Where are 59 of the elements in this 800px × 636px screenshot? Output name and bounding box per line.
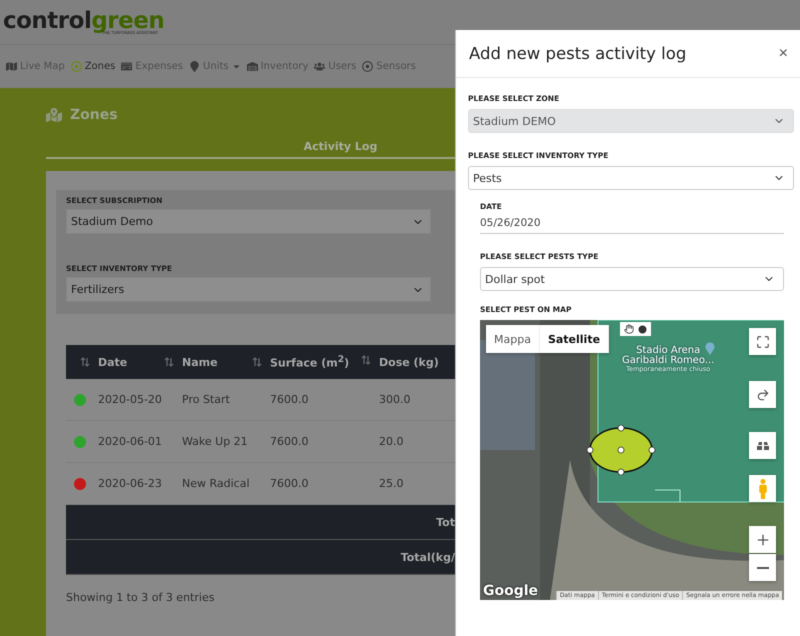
plus-icon <box>754 532 770 548</box>
map-type-button[interactable]: Satellite <box>540 325 610 353</box>
target-icon <box>70 61 82 72</box>
column-header: Date <box>98 356 128 368</box>
total-label: Total(kg/ <box>400 550 455 564</box>
zoom-out-button[interactable] <box>749 554 776 581</box>
pin-icon <box>705 342 715 355</box>
map-icon <box>6 61 17 72</box>
table-cell-text: 2020-06-01 <box>98 435 163 448</box>
date-field[interactable]: 05/26/2020 <box>480 217 784 234</box>
tilt-icon <box>756 442 768 450</box>
rotate-button[interactable] <box>749 381 776 408</box>
select-field[interactable]: Fertilizers <box>66 277 431 302</box>
column-header: Dose (kg) <box>379 356 439 368</box>
modal-title: Add new pests activity log <box>469 44 686 63</box>
sort-icon[interactable] <box>252 356 262 368</box>
table-cell-text: 25.0 <box>379 477 404 490</box>
select-field[interactable]: Stadium Demo <box>66 209 431 234</box>
sort-icon[interactable] <box>361 354 371 366</box>
card-icon <box>121 61 132 72</box>
table-cell-text: 7600.0 <box>270 435 310 448</box>
sort-icon[interactable] <box>164 356 174 368</box>
column-header: Surface (m$^{2}$) <box>270 354 350 370</box>
place-label: Stadio Arena <box>636 346 700 356</box>
table-cell-text: 2020-05-20 <box>98 393 163 406</box>
table-cell-text: 2020-06-23 <box>98 477 163 490</box>
users-icon <box>314 61 326 72</box>
table-cell-text: 7600.0 <box>270 393 310 406</box>
table-cell-text: 7600.0 <box>270 477 310 490</box>
hand-icon[interactable] <box>624 324 634 334</box>
table-cell-text: New Radical <box>182 477 251 490</box>
circle-icon[interactable] <box>638 324 647 334</box>
rotate-arrow-icon <box>756 388 770 402</box>
map-icon <box>46 107 62 123</box>
place-label: Garibaldi Romeo... <box>622 356 714 366</box>
table-cell-text: Pro Start <box>182 393 231 406</box>
table-cell-text: 20.0 <box>379 435 404 448</box>
total-label: Tot <box>436 516 455 528</box>
close-button[interactable]: × <box>774 44 792 62</box>
fullscreen-icon <box>756 334 770 348</box>
column-header: Name <box>182 356 218 368</box>
map-type-button[interactable]: Mappa <box>486 325 540 353</box>
table-cell-text: 300.0 <box>379 393 412 406</box>
minus-icon <box>756 566 768 568</box>
zoom-in-button[interactable] <box>749 526 776 553</box>
select-field[interactable]: Pests <box>468 166 794 190</box>
page-title: Zones <box>70 107 118 123</box>
sort-icon[interactable] <box>80 356 90 368</box>
table-cell-text: Wake Up 21 <box>182 435 249 448</box>
ellipse-shape[interactable] <box>586 425 656 475</box>
map-brand: Google <box>483 583 538 599</box>
entries-info: Showing 1 to 3 of 3 entries <box>66 591 216 604</box>
fullscreen-button[interactable] <box>749 328 776 355</box>
pin-icon <box>189 61 200 72</box>
tilt-button[interactable] <box>749 432 776 459</box>
warehouse-icon <box>246 61 258 72</box>
target-icon <box>362 61 374 72</box>
nav-link[interactable]: Zones <box>70 61 116 72</box>
select-field[interactable]: Dollar spot <box>480 267 784 291</box>
